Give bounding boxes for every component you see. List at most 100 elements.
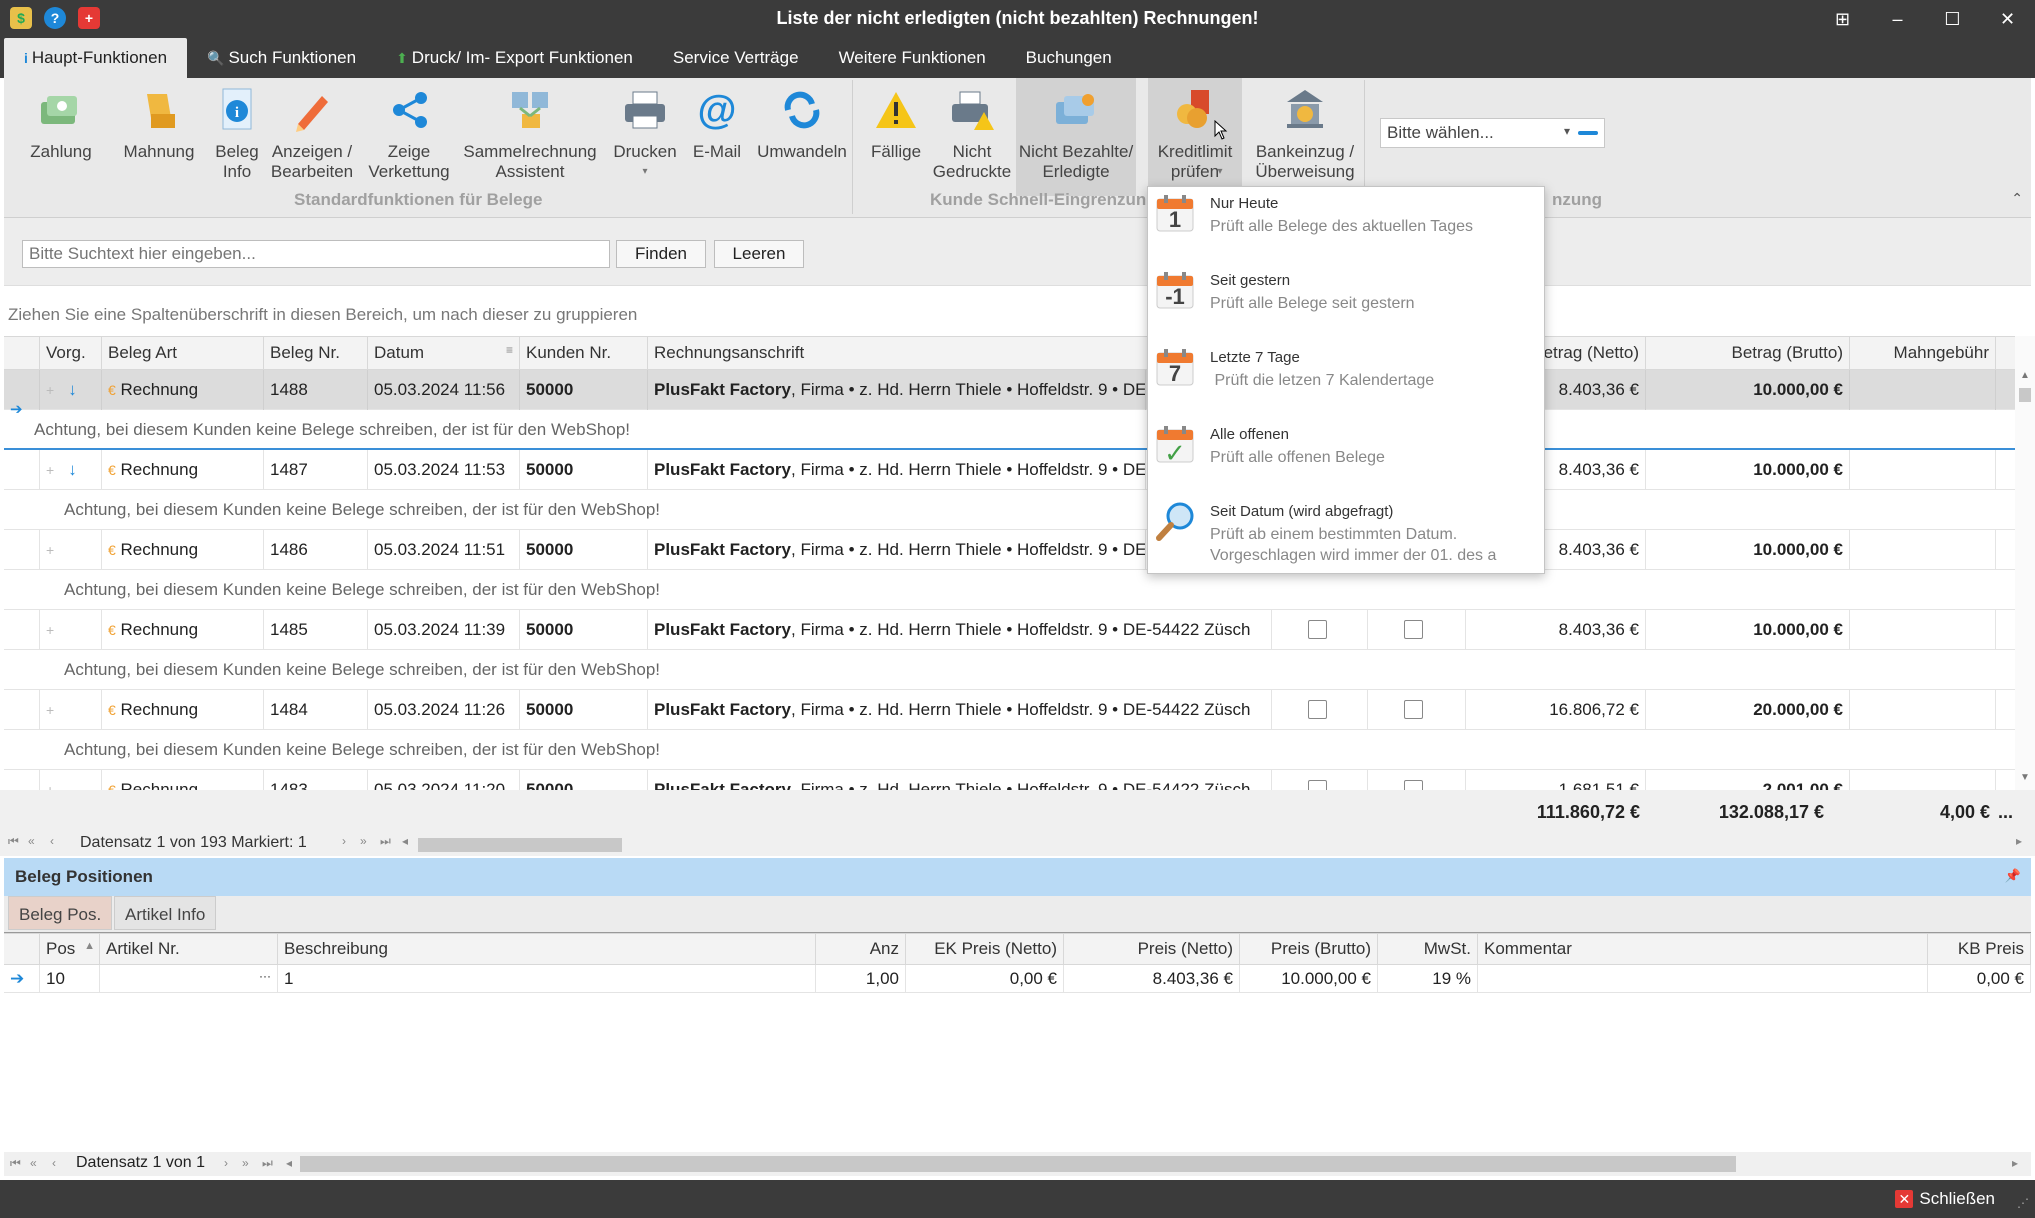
- maximize-button[interactable]: ☐: [1925, 0, 1980, 38]
- cell-ek-preis[interactable]: 0,00 €: [906, 965, 1064, 993]
- expand-icon[interactable]: +: [46, 382, 54, 398]
- ribbon-collapse-icon[interactable]: ⌃: [2011, 190, 2023, 207]
- cell-rechnungsanschrift[interactable]: PlusFakt Factory, Firma • z. Hd. Herrn T…: [648, 690, 1272, 730]
- cell-betrag-brutto[interactable]: 10.000,00 €: [1646, 530, 1850, 570]
- dropdown-item[interactable]: -1 Seit gestern Prüft alle Belege seit ges…: [1148, 264, 1546, 341]
- nav-next-icon[interactable]: ›: [224, 1156, 228, 1170]
- nav-first-icon[interactable]: ⏮: [8, 834, 19, 849]
- table-row[interactable]: + € Rechnung 1483 05.03.2024 11:20 50000 Plus…: [4, 770, 2015, 790]
- grid-vertical-scrollbar[interactable]: ▲ ▼: [2015, 336, 2035, 790]
- nav-next-page-icon[interactable]: »: [360, 834, 367, 848]
- close-button[interactable]: ✕ Schließen: [1895, 1189, 1995, 1209]
- expand-icon[interactable]: +: [46, 702, 54, 718]
- cell-betrag-netto[interactable]: 8.403,36 €: [1466, 610, 1646, 650]
- cell-rechnungsanschrift[interactable]: PlusFakt Factory, Firma • z. Hd. Herrn T…: [648, 370, 1146, 410]
- cell-preis-brutto[interactable]: 10.000,00 €: [1240, 965, 1378, 993]
- nicht-gedruckte-button[interactable]: Nicht Gedruckte: [932, 78, 1012, 196]
- column-header-beleg-nr[interactable]: Beleg Nr.: [264, 337, 368, 370]
- cell-mahngebuehr[interactable]: [1850, 530, 1996, 570]
- hscroll-right-icon[interactable]: ▸: [2012, 1156, 2018, 1170]
- cell-rechnungsanschrift[interactable]: PlusFakt Factory, Firma • z. Hd. Herrn T…: [648, 610, 1272, 650]
- cell-rechnungsanschrift[interactable]: PlusFakt Factory, Firma • z. Hd. Herrn T…: [648, 530, 1146, 570]
- cell-mwst[interactable]: 19 %: [1378, 965, 1478, 993]
- column-header-beleg-art[interactable]: Beleg Art: [102, 337, 264, 370]
- cell-vorg[interactable]: +: [40, 770, 102, 790]
- cell-preis-netto[interactable]: 8.403,36 €: [1064, 965, 1240, 993]
- cell-check-1[interactable]: [1272, 610, 1368, 650]
- column-header-preis-brutto[interactable]: Preis (Brutto): [1240, 934, 1378, 965]
- tab-artikel-info[interactable]: Artikel Info: [114, 896, 217, 930]
- cell-datum[interactable]: 05.03.2024 11:39: [368, 610, 520, 650]
- expand-icon[interactable]: +: [46, 782, 54, 790]
- beleg-info-button[interactable]: i Beleg Info: [202, 78, 272, 196]
- cell-kunden-nr[interactable]: 50000: [520, 770, 648, 790]
- cell-check-1[interactable]: [1272, 690, 1368, 730]
- cell-vorg[interactable]: +: [40, 610, 102, 650]
- table-row[interactable]: + € Rechnung 1484 05.03.2024 11:26 50000 Plus…: [4, 690, 2015, 730]
- pin-icon[interactable]: 📌: [2005, 868, 2021, 884]
- column-header-ek-preis[interactable]: EK Preis (Netto): [906, 934, 1064, 965]
- table-row[interactable]: + ↓ € Rechnung 1487 05.03.2024 11:53 50000 Plu…: [4, 450, 2015, 490]
- hscroll-left-icon[interactable]: ◂: [286, 1156, 292, 1170]
- scroll-up-icon[interactable]: ▲: [2020, 370, 2030, 381]
- tab-beleg-pos[interactable]: Beleg Pos.: [8, 896, 113, 930]
- resize-grip-icon[interactable]: ⋰: [2017, 1196, 2029, 1210]
- customer-select[interactable]: Bitte wählen... ▾: [1380, 118, 1605, 148]
- column-header-artikel-nr[interactable]: Artikel Nr.: [100, 934, 278, 965]
- zeige-verkettung-button[interactable]: Zeige Verkettung: [366, 78, 452, 196]
- dropdown-item[interactable]: ✓ Alle offenen Prüft alle offenen Belege: [1148, 418, 1546, 495]
- dropdown-item[interactable]: 7 Letzte 7 Tage Prüft die letzen 7 Kalend…: [1148, 341, 1546, 418]
- tab-buchungen[interactable]: Buchungen: [1006, 38, 1132, 78]
- row-indicator[interactable]: [4, 610, 40, 650]
- cell-datum[interactable]: 05.03.2024 11:20: [368, 770, 520, 790]
- cell-beleg-art[interactable]: € Rechnung: [102, 370, 264, 410]
- checkbox[interactable]: [1308, 780, 1327, 790]
- nav-prev-page-icon[interactable]: «: [30, 1156, 37, 1170]
- cell-rechnungsanschrift[interactable]: PlusFakt Factory, Firma • z. Hd. Herrn T…: [648, 450, 1146, 490]
- bankeinzug-button[interactable]: Bankeinzug / Überweisung: [1250, 78, 1360, 196]
- cell-vorg[interactable]: +: [40, 530, 102, 570]
- checkbox[interactable]: [1308, 700, 1327, 719]
- cell-kunden-nr[interactable]: 50000: [520, 370, 648, 410]
- cell-beleg-art[interactable]: € Rechnung: [102, 610, 264, 650]
- cell-beschreibung[interactable]: 1: [278, 965, 816, 993]
- column-header-datum[interactable]: Datum ≡: [368, 337, 520, 370]
- zahlung-button[interactable]: Zahlung: [18, 78, 104, 196]
- expand-icon[interactable]: +: [46, 542, 54, 558]
- cell-mahngebuehr[interactable]: [1850, 770, 1996, 790]
- mahnung-button[interactable]: Mahnung: [116, 78, 202, 196]
- cell-beleg-nr[interactable]: 1485: [264, 610, 368, 650]
- cell-check-2[interactable]: [1368, 690, 1466, 730]
- cell-kb-preis[interactable]: 0,00 €: [1928, 965, 2031, 993]
- nav-last-icon[interactable]: ⏭: [380, 834, 391, 849]
- nav-next-page-icon[interactable]: »: [242, 1156, 249, 1170]
- row-indicator[interactable]: [4, 450, 40, 490]
- filter-icon[interactable]: ≡: [506, 343, 513, 357]
- cell-datum[interactable]: 05.03.2024 11:51: [368, 530, 520, 570]
- table-row[interactable]: + € Rechnung 1486 05.03.2024 11:51 50000 Plus…: [4, 530, 2015, 570]
- row-indicator[interactable]: [4, 530, 40, 570]
- cell-betrag-brutto[interactable]: 20.000,00 €: [1646, 690, 1850, 730]
- clear-selection-icon[interactable]: [1578, 131, 1598, 135]
- dropdown-item[interactable]: 1 Nur Heute Prüft alle Belege des aktuelle…: [1148, 187, 1546, 264]
- cell-check-2[interactable]: [1368, 770, 1466, 790]
- cell-betrag-brutto[interactable]: 10.000,00 €: [1646, 450, 1850, 490]
- tab-haupt-funktionen[interactable]: i Haupt-Funktionen: [4, 38, 188, 78]
- cell-betrag-brutto[interactable]: 10.000,00 €: [1646, 610, 1850, 650]
- cell-rechnungsanschrift[interactable]: PlusFakt Factory, Firma • z. Hd. Herrn T…: [648, 770, 1272, 790]
- cell-beleg-nr[interactable]: 1486: [264, 530, 368, 570]
- layout-icon[interactable]: ⊞: [1815, 0, 1870, 38]
- close-window-button[interactable]: ✕: [1980, 0, 2035, 38]
- cell-betrag-netto[interactable]: 16.806,72 €: [1466, 690, 1646, 730]
- expand-icon[interactable]: +: [46, 462, 54, 478]
- cell-mahngebuehr[interactable]: [1850, 610, 1996, 650]
- cell-check-2[interactable]: [1368, 610, 1466, 650]
- hscroll-left-icon[interactable]: ◂: [402, 834, 408, 848]
- checkbox[interactable]: [1404, 620, 1423, 639]
- positions-row[interactable]: ➔ 10 ··· 1 1,00 0,00 € 8.403,36 € 10.000…: [4, 965, 2031, 993]
- column-header-betrag-brutto[interactable]: Betrag (Brutto): [1646, 337, 1850, 370]
- cell-mahngebuehr[interactable]: [1850, 370, 1996, 410]
- checkbox[interactable]: [1404, 700, 1423, 719]
- column-header-kunden-nr[interactable]: Kunden Nr.: [520, 337, 648, 370]
- scroll-down-icon[interactable]: ▼: [2020, 772, 2030, 783]
